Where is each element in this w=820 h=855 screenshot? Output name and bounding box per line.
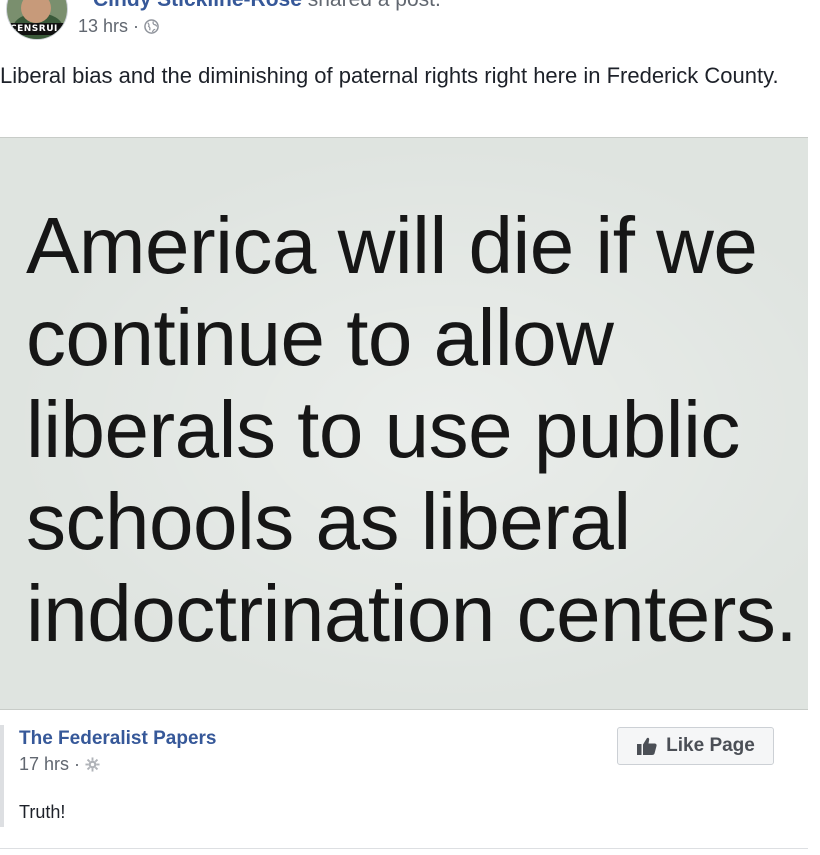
shared-post-bar <box>0 725 4 827</box>
shared-timestamp[interactable]: 17 hrs · <box>19 754 80 775</box>
divider <box>0 848 808 849</box>
shared-meta: 17 hrs · <box>19 754 100 775</box>
author-line: Cindy Stickline-Rose shared a post. <box>93 0 441 12</box>
shared-page-name[interactable]: The Federalist Papers <box>19 728 216 750</box>
post-text: Liberal bias and the diminishing of pate… <box>0 63 779 88</box>
globe-icon <box>144 19 159 34</box>
avatar[interactable]: CENSRUI <box>6 0 68 40</box>
image-text: America will die if we continue to allow… <box>26 201 798 658</box>
avatar-band-text: CENSRUI <box>7 23 67 35</box>
shared-post: The Federalist Papers 17 hrs · Truth! Li… <box>0 725 808 827</box>
post-meta: 13 hrs · <box>78 16 159 37</box>
shared-text: Truth! <box>19 802 66 822</box>
author-name[interactable]: Cindy Stickline-Rose <box>93 0 302 11</box>
thumbs-up-icon <box>637 737 657 755</box>
post-action: shared a post. <box>302 0 441 11</box>
like-page-button[interactable]: Like Page <box>617 727 774 765</box>
gear-icon <box>85 757 100 772</box>
like-page-label: Like Page <box>666 735 755 756</box>
post-image[interactable]: America will die if we continue to allow… <box>0 137 808 710</box>
post-timestamp[interactable]: 13 hrs · <box>78 16 139 37</box>
post-header: CENSRUI Cindy Stickline-Rose shared a po… <box>0 0 820 50</box>
